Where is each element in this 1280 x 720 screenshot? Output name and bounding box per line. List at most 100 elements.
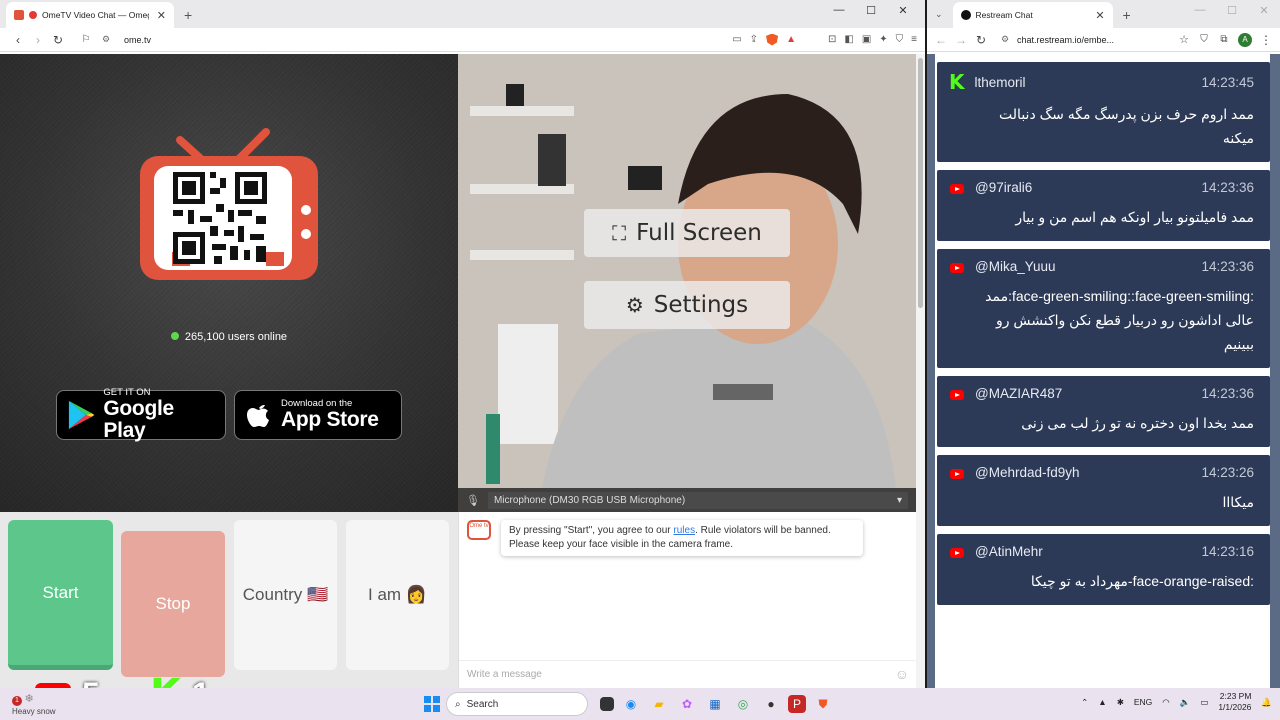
tab-restream[interactable]: Restream Chat ✕ (952, 2, 1113, 28)
bookmark-icon[interactable]: ⚐ (76, 34, 96, 45)
minimize-icon[interactable]: — (823, 4, 855, 17)
reload-icon[interactable]: ↻ (48, 33, 68, 47)
clock[interactable]: 2:23 PM 1/1/2026 (1218, 691, 1251, 713)
forward-icon[interactable]: › (28, 33, 48, 47)
ometv-qr-logo[interactable] (140, 126, 320, 291)
edge-icon[interactable]: ◉ (620, 693, 642, 715)
search-placeholder: Search (466, 698, 499, 710)
taskbar-search[interactable]: ⌕ Search (446, 692, 588, 716)
country-button[interactable]: Country 🇺🇸 (234, 520, 337, 670)
minimize-icon[interactable]: — (1184, 4, 1216, 17)
chat-message-header: @Mika_Yuuu 14:23:36 (949, 259, 1254, 274)
search-icon: ⌕ (455, 698, 461, 710)
right-window-controls: — ☐ ✕ (1184, 4, 1280, 17)
chat-message-text: ممد بخدا اون دختره نه تو رژ لب می زنی (1021, 415, 1254, 431)
chat-message-header: @Mehrdad-fd9yh 14:23:26 (949, 465, 1254, 480)
site-info-icon[interactable]: ⚙ (995, 34, 1015, 45)
profile-avatar[interactable]: A (1238, 32, 1252, 47)
language-indicator[interactable]: ENG (1134, 697, 1152, 707)
settings-label: Settings (653, 292, 749, 318)
chrome-icon[interactable]: ◎ (732, 693, 754, 715)
gear-icon: ⚙ (625, 293, 644, 317)
settings-button[interactable]: ⚙ Settings (584, 281, 790, 329)
tab-search-icon[interactable]: ⌄ (935, 9, 943, 20)
notification-bell-icon[interactable]: 🔔 (1261, 697, 1272, 708)
sidebar-icon[interactable]: ◧ (844, 34, 853, 45)
start-button[interactable]: Start (8, 520, 113, 670)
app-store-button[interactable]: Download on the App Store (234, 390, 402, 440)
message-input[interactable]: Write a message ☺ (459, 660, 917, 688)
battery-icon[interactable]: ▭ (1200, 697, 1208, 708)
users-online: 265,100 users online (0, 331, 458, 343)
obs-icon[interactable]: ● (760, 693, 782, 715)
chat-timestamp: 14:23:26 (1201, 465, 1254, 480)
maximize-icon[interactable]: ☐ (855, 4, 887, 17)
system-tray: ⌃ ▲ ✱ ENG ◠ 🔈 ▭ 2:23 PM 1/1/2026 🔔 (1081, 691, 1272, 713)
app-p-icon[interactable]: P (788, 695, 806, 713)
restream-favicon-icon (960, 10, 971, 20)
forward-icon[interactable]: → (951, 33, 971, 47)
rules-link[interactable]: rules (673, 525, 695, 536)
start-label: Start (42, 582, 79, 602)
screen: OmeTV Video Chat — Omeg ✕ + — ☐ ✕ ‹ › ↻ … (0, 0, 1280, 720)
copilot-icon[interactable]: ✿ (676, 693, 698, 715)
woman-icon: 👩 (405, 585, 427, 604)
close-tab-icon[interactable]: ✕ (157, 9, 166, 22)
page-scrollbar[interactable] (916, 54, 925, 688)
file-explorer-icon[interactable]: ▰ (648, 693, 670, 715)
maximize-icon[interactable]: ☐ (1216, 4, 1248, 17)
tray-app-icon[interactable]: ▲ (1098, 697, 1106, 707)
fullscreen-button[interactable]: ⛶ Full Screen (584, 209, 790, 257)
url-box[interactable]: ⚐ ⚙ ome.tv (76, 30, 732, 50)
cast-icon[interactable]: ▭ (732, 34, 741, 45)
star-icon[interactable]: ☆ (1174, 33, 1194, 46)
reload-icon[interactable]: ↻ (971, 33, 991, 47)
microphone-icon: 🎙 (466, 494, 480, 507)
vpn-icon[interactable]: ⛉ (896, 34, 904, 45)
chat-timestamp: 14:23:36 (1201, 386, 1254, 401)
microphone-select[interactable]: Microphone (DM30 RGB USB Microphone) ▾ (487, 491, 908, 509)
share-icon[interactable]: ⇪ (750, 34, 758, 45)
close-window-icon[interactable]: ✕ (1248, 4, 1280, 17)
brave-taskbar-icon[interactable]: ⛊ (812, 693, 834, 715)
stop-button[interactable]: Stop (121, 531, 225, 677)
close-tab-icon[interactable]: ✕ (1095, 9, 1104, 22)
back-icon[interactable]: ← (931, 33, 951, 47)
leo-icon[interactable]: ✦ (879, 34, 887, 45)
task-view-icon[interactable] (600, 697, 614, 711)
chevron-down-icon: ▾ (896, 494, 902, 506)
weather-widget[interactable]: 1 ❄ Heavy snow (12, 692, 56, 716)
tab-ometv[interactable]: OmeTV Video Chat — Omeg ✕ (6, 2, 174, 28)
windows-start-icon[interactable] (424, 696, 440, 712)
screenshot-icon[interactable]: ⊡ (828, 34, 836, 45)
back-icon[interactable]: ‹ (8, 33, 28, 47)
brave-rewards-icon[interactable]: ▲ (786, 34, 796, 45)
shield-icon[interactable]: ⛉ (1194, 34, 1214, 45)
chat-message-card: @Mika_Yuuu 14:23:36:face-green-smiling::f… (937, 249, 1270, 368)
wifi-icon[interactable]: ◠ (1162, 697, 1169, 708)
close-window-icon[interactable]: ✕ (887, 4, 919, 17)
volume-icon[interactable]: 🔈 (1180, 697, 1191, 708)
new-tab-icon[interactable]: + (1123, 7, 1131, 23)
rules-notice: By pressing "Start", you agree to our ru… (501, 520, 863, 556)
ometv-page: 265,100 users online GET IT ON Google Pl… (0, 54, 917, 688)
youtube-icon (950, 184, 964, 194)
extensions-icon[interactable]: ⧉ (1214, 34, 1234, 45)
ometv-favicon-icon (14, 10, 24, 20)
menu-icon[interactable]: ≡ (911, 34, 917, 45)
menu-icon[interactable]: ⋮ (1256, 33, 1276, 47)
chat-timestamp: 14:23:16 (1201, 544, 1254, 559)
brave-shield-icon[interactable] (766, 33, 779, 46)
new-tab-icon[interactable]: + (184, 7, 192, 23)
chevron-up-icon[interactable]: ⌃ (1081, 697, 1088, 708)
users-online-text: 265,100 users online (184, 331, 288, 343)
gender-button[interactable]: I am 👩 (346, 520, 449, 670)
wallet-icon[interactable]: ▣ (862, 34, 871, 45)
store-icon[interactable]: ▦ (704, 693, 726, 715)
site-info-icon[interactable]: ⚙ (96, 34, 116, 45)
google-play-button[interactable]: GET IT ON Google Play (56, 388, 226, 441)
emoji-icon[interactable]: ☺ (895, 666, 909, 682)
tab-strip: OmeTV Video Chat — Omeg ✕ + — ☐ ✕ (0, 0, 925, 28)
bluetooth-icon[interactable]: ✱ (1117, 697, 1124, 708)
right-url-box[interactable]: ⚙ chat.restream.io/embe... ☆ (995, 30, 1194, 50)
